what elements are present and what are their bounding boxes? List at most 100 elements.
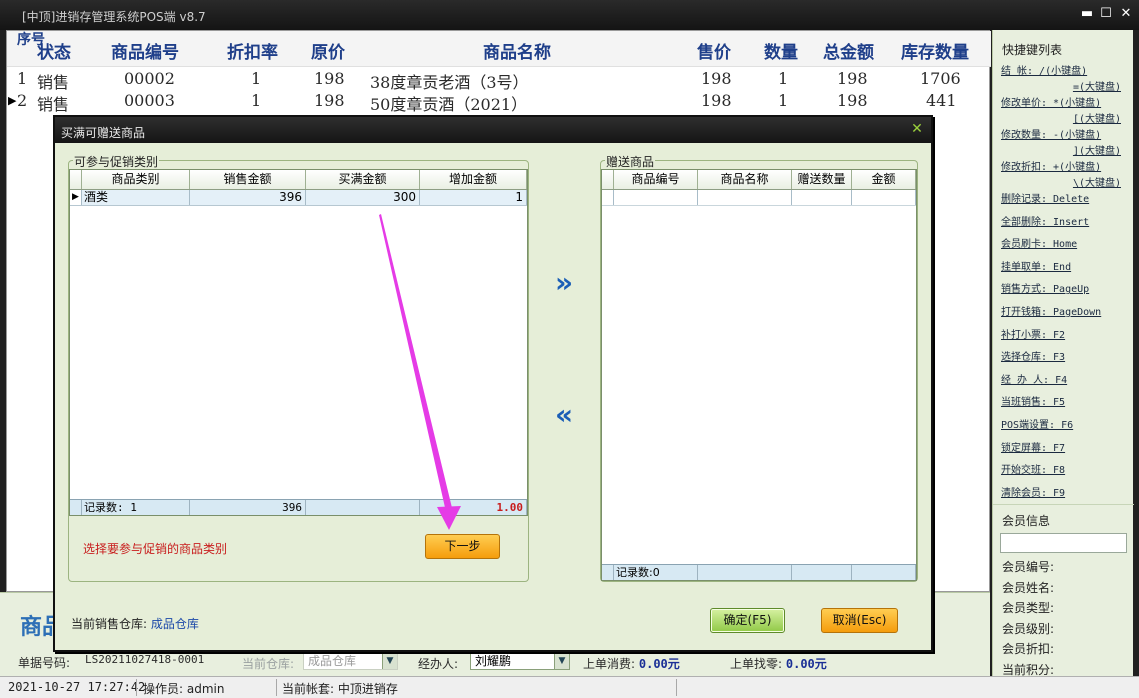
header-seq: 序号 — [17, 32, 45, 48]
footer-empty — [852, 565, 916, 580]
shortcut-item[interactable]: 选择仓库: F3 — [1001, 350, 1065, 366]
shortcut-item[interactable]: 会员刷卡: Home — [1001, 237, 1077, 253]
table-row[interactable]: ▶ 2 销售 00003 1 198 50度章贡酒（2021） 198 1 19… — [7, 90, 991, 114]
cancel-button[interactable]: 取消(Esc) — [821, 608, 898, 633]
shortcut-item[interactable]: 删除记录: Delete — [1001, 192, 1089, 208]
add-gift-button[interactable]: » — [552, 269, 576, 297]
last-spend-label: 上单消费: — [583, 657, 636, 671]
table-row[interactable] — [602, 190, 916, 206]
footer-gift-count: 记录数:0 — [614, 565, 698, 580]
dialog-warehouse-label: 当前销售仓库: — [71, 617, 148, 631]
promo-category-group: 可参与促销类别 商品类别 销售金额 买满金额 增加金额 ▶ 酒类 396 300… — [68, 153, 529, 582]
promo-category-grid-footer: 记录数: 1 396 1.00 — [70, 499, 527, 515]
gift-items-group-label: 赠送商品 — [605, 153, 656, 170]
cell-price: 198 — [701, 69, 732, 88]
cell-sales-amount: 396 — [190, 190, 306, 205]
header-orig-price: 原价 — [311, 43, 345, 63]
close-button[interactable]: ✕ — [1118, 6, 1134, 22]
confirm-button[interactable]: 确定(F5) — [710, 608, 785, 633]
member-card-input[interactable] — [1000, 533, 1127, 553]
status-separator — [276, 679, 277, 696]
member-field-label: 会员折扣: — [1002, 642, 1055, 656]
shortcut-item[interactable]: POS端设置: F6 — [1001, 418, 1073, 434]
shortcut-item[interactable]: 锁定屏幕: F7 — [1001, 441, 1065, 457]
footer-record-count: 记录数: 1 — [82, 500, 190, 515]
member-field-label: 会员姓名: — [1002, 580, 1055, 595]
shortcut-item[interactable]: 挂单取单: End — [1001, 260, 1071, 276]
promo-category-grid-header: 商品类别 销售金额 买满金额 增加金额 — [70, 170, 527, 190]
header-sales-amount: 销售金额 — [190, 170, 306, 189]
footer-empty — [698, 565, 792, 580]
minimize-button[interactable]: ▬ — [1079, 6, 1095, 22]
cell-total: 198 — [837, 91, 868, 110]
chevron-down-icon: ▼ — [382, 654, 397, 669]
gift-dialog: 买满可赠送商品 ✕ 可参与促销类别 商品类别 销售金额 买满金额 增加金额 ▶ … — [53, 115, 933, 652]
current-row-indicator-icon: ▶ — [8, 94, 17, 107]
footer-threshold-total — [306, 500, 420, 515]
doc-no-label: 单据号码: — [18, 656, 71, 670]
dialog-warehouse: 当前销售仓库: 成品仓库 — [71, 615, 199, 632]
shortcut-item[interactable]: 补打小票: F2 — [1001, 328, 1065, 344]
header-stock: 库存数量 — [901, 43, 969, 63]
footer-sales-total: 396 — [190, 500, 306, 515]
header-discount: 折扣率 — [227, 43, 278, 63]
member-field-label: 会员类型: — [1002, 601, 1055, 615]
cell-seq: 2 — [17, 91, 28, 110]
handler-select-value: 刘耀鹏 — [475, 654, 512, 668]
last-change: 上单找零: 0.00元 — [730, 655, 827, 672]
cell-add-amount: 1 — [420, 190, 527, 205]
cell-threshold: 300 — [306, 190, 420, 205]
warehouse-label: 当前仓库: — [242, 657, 295, 671]
shortcut-item-alt-key: ](大键盘) — [1072, 146, 1121, 157]
maximize-button[interactable]: ☐ — [1098, 6, 1114, 22]
cell-gift-qty[interactable] — [792, 190, 852, 205]
next-step-button[interactable]: 下一步 — [425, 534, 500, 559]
shortcut-item[interactable]: 当班销售: F5 — [1001, 395, 1065, 411]
shortcut-item[interactable]: 修改折扣: +(小键盘) — [1001, 160, 1101, 176]
member-field-label: 会员编号: — [1002, 560, 1055, 574]
status-operator: 操作员: admin — [143, 682, 225, 696]
status-account: 当前帐套: 中顶进销存 — [282, 682, 398, 696]
shortcut-item[interactable]: 经 办 人: F4 — [1001, 373, 1067, 389]
footer-indicator-cell — [70, 500, 82, 515]
cell-name: 50度章贡酒（2021） — [370, 95, 528, 114]
gift-items-grid-footer: 记录数:0 — [602, 564, 916, 580]
cell-gift-code[interactable] — [614, 190, 698, 205]
shortcut-item[interactable]: 全部删除: Insert — [1001, 215, 1089, 231]
header-gift-name: 商品名称 — [698, 170, 792, 189]
gift-items-grid-header: 商品编号 商品名称 赠送数量 金额 — [602, 170, 916, 190]
table-row[interactable]: ▶ 酒类 396 300 1 — [70, 190, 527, 206]
shortcut-item[interactable]: 清除会员: F9 — [1001, 486, 1065, 502]
shortcut-item[interactable]: 销售方式: PageUp — [1001, 282, 1089, 298]
header-name: 商品名称 — [483, 43, 551, 63]
cell-gift-amount[interactable] — [852, 190, 916, 205]
shortcut-item[interactable]: 打开钱箱: PageDown — [1001, 305, 1101, 321]
cell-status: 销售 — [37, 95, 70, 114]
shortcut-item[interactable]: 开始交班: F8 — [1001, 463, 1065, 479]
last-change-label: 上单找零: — [730, 657, 783, 671]
cell-gift-name[interactable] — [698, 190, 792, 205]
shortcut-item-alt-key: [(大键盘) — [1072, 114, 1121, 125]
handler-select[interactable]: 刘耀鹏 ▼ — [470, 653, 570, 670]
shortcut-item[interactable]: 修改数量: -(小键盘) — [1001, 128, 1101, 144]
remove-gift-button[interactable]: « — [552, 401, 576, 429]
warehouse-select[interactable]: 成品仓库 ▼ — [303, 653, 398, 670]
last-spend: 上单消费: 0.00元 — [583, 655, 680, 672]
header-gift-amount: 金额 — [852, 170, 916, 189]
header-price: 售价 — [697, 43, 731, 63]
cell-category: 酒类 — [82, 190, 190, 205]
header-gift-code: 商品编号 — [614, 170, 698, 189]
cell-discount: 1 — [251, 91, 262, 110]
shortcut-item-alt-key: =(大键盘) — [1072, 82, 1121, 93]
dialog-close-icon[interactable]: ✕ — [909, 121, 925, 137]
gift-items-group: 赠送商品 商品编号 商品名称 赠送数量 金额 记录数:0 — [600, 153, 918, 582]
shortcut-item[interactable]: 修改单价: *(小键盘) — [1001, 96, 1101, 112]
cell-orig-price: 198 — [314, 69, 345, 88]
header-gift-qty: 赠送数量 — [792, 170, 852, 189]
pos-window: [中顶]进销存管理系统POS端 v8.7 ▬ ☐ ✕ 序号 状态 商品编号 折扣… — [0, 0, 1139, 698]
cell-total: 198 — [837, 69, 868, 88]
row-selected-icon: ▶ — [70, 190, 82, 205]
shortcut-item[interactable]: 结 帐: /(小键盘) — [1001, 64, 1087, 80]
cell-stock: 441 — [926, 91, 957, 110]
table-row[interactable]: 1 销售 00002 1 198 38度章贡老酒（3号） 198 1 198 1… — [7, 68, 991, 92]
